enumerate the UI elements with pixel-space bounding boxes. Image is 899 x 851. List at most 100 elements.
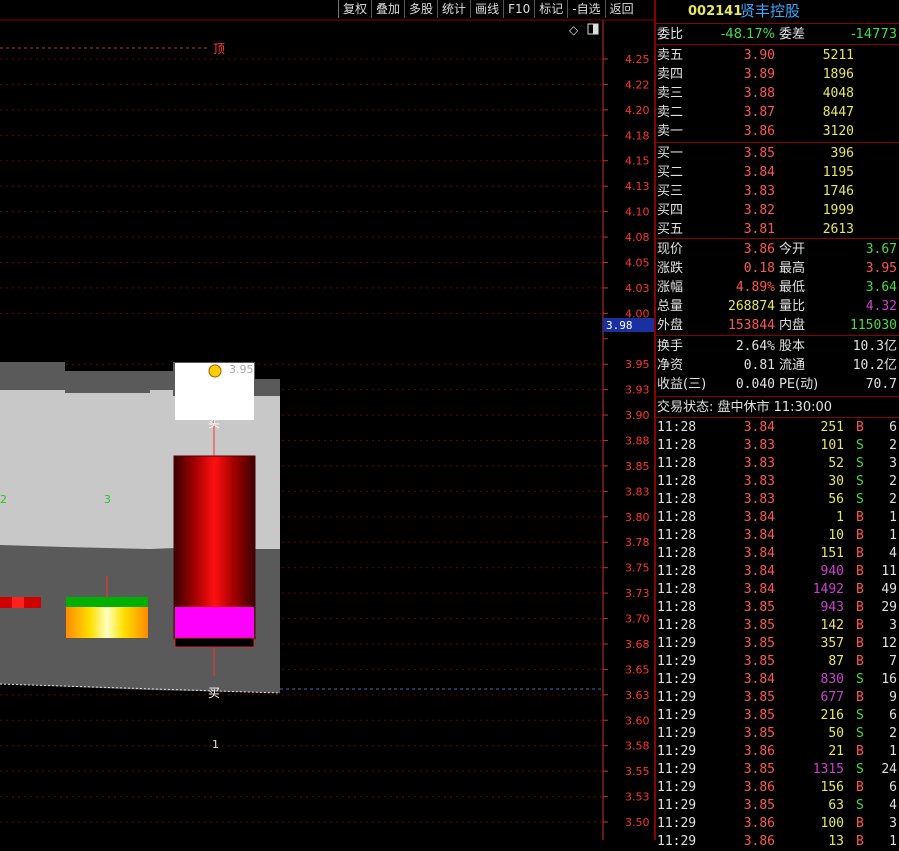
axis-tick-label: 3.73 [625, 587, 650, 600]
tick-row[interactable]: 11:28 3.83 56 S 2 [656, 491, 899, 509]
buy-price: 3.81 [743, 222, 775, 237]
tick-side: B [856, 420, 864, 435]
axis-tick-label: 3.88 [625, 435, 650, 448]
quote-value: 3.64 [865, 280, 897, 295]
axis-tick-label: 3.68 [625, 638, 650, 651]
tick-row[interactable]: 11:29 3.85 677 B 9 [656, 689, 899, 707]
tick-price: 3.84 [743, 528, 775, 543]
toolbar-button[interactable]: F10 [503, 0, 534, 18]
tick-count: 3 [889, 456, 897, 471]
tick-row[interactable]: 11:28 3.84 1492 B 49 [656, 581, 899, 599]
axis-tick-label: 4.05 [625, 256, 650, 269]
num-label-1: 1 [212, 738, 219, 751]
buy-volume: 1999 [822, 203, 854, 218]
quote-label: 最低 [779, 280, 806, 295]
tick-row[interactable]: 11:28 3.83 52 S 3 [656, 455, 899, 473]
tick-count: 6 [889, 708, 897, 723]
sell-volume: 3120 [822, 124, 854, 139]
quote-row: 涨跌 0.18 最高 3.95 [656, 259, 899, 278]
axis-tick-label: 4.13 [625, 180, 650, 193]
tick-price: 3.83 [743, 492, 775, 507]
tick-price: 3.84 [743, 546, 775, 561]
tick-count: 4 [889, 546, 897, 561]
axis-tick-label: 4.03 [625, 282, 650, 295]
toolbar-button[interactable]: 统计 [437, 0, 470, 18]
tick-row[interactable]: 11:28 3.84 251 B 6 [656, 419, 899, 437]
quote-label: 现价 [657, 242, 684, 257]
axis-tick-label: 4.25 [625, 53, 650, 66]
buy-row[interactable]: 买一 3.85 396 [656, 144, 899, 163]
sell-price: 3.90 [743, 48, 775, 63]
tick-row[interactable]: 11:29 3.85 63 S 4 [656, 797, 899, 815]
tick-count: 6 [889, 780, 897, 795]
tick-volume: 251 [820, 420, 844, 435]
quote-value: 3.67 [865, 242, 897, 257]
tick-row[interactable]: 11:28 3.84 1 B 1 [656, 509, 899, 527]
buy-level-label: 买四 [657, 203, 684, 218]
tick-row[interactable]: 11:29 3.84 830 S 16 [656, 671, 899, 689]
tick-row[interactable]: 11:29 3.86 156 B 6 [656, 779, 899, 797]
buy-row[interactable]: 买四 3.82 1999 [656, 201, 899, 220]
tick-row[interactable]: 11:28 3.84 10 B 1 [656, 527, 899, 545]
tick-volume: 1315 [812, 762, 844, 777]
tick-side: S [856, 672, 864, 687]
toolbar-button[interactable]: 叠加 [371, 0, 404, 18]
diamond-icon: ◇ [569, 23, 579, 37]
sell-price: 3.87 [743, 105, 775, 120]
tick-row[interactable]: 11:28 3.85 943 B 29 [656, 599, 899, 617]
tick-price: 3.85 [743, 798, 775, 813]
tick-row[interactable]: 11:29 3.85 50 S 2 [656, 725, 899, 743]
tick-time: 11:28 [657, 456, 697, 471]
quote-label: 涨幅 [657, 280, 684, 295]
sell-row[interactable]: 卖一 3.86 3120 [656, 122, 899, 141]
tick-row[interactable]: 11:28 3.83 30 S 2 [656, 473, 899, 491]
toolbar-button[interactable]: 返回 [604, 0, 638, 18]
quote-row: 涨幅 4.89% 最低 3.64 [656, 278, 899, 297]
tick-row[interactable]: 11:29 3.86 21 B 1 [656, 743, 899, 761]
tick-count: 29 [881, 600, 897, 615]
quote-label: 涨跌 [657, 261, 684, 276]
tick-row[interactable]: 11:29 3.86 100 B 3 [656, 815, 899, 833]
fund-value: 10.2亿 [852, 358, 897, 373]
kline-chart[interactable]: 4.25 4.22 4.20 4.18 4.15 4.13 4.10 4.08 4.05 4.03… [0, 0, 654, 840]
tick-row[interactable]: 11:29 3.85 357 B 12 [656, 635, 899, 653]
buy-row[interactable]: 买五 3.81 2613 [656, 220, 899, 239]
tick-row[interactable]: 11:29 3.85 216 S 6 [656, 707, 899, 725]
sell-row[interactable]: 卖五 3.90 5211 [656, 46, 899, 65]
quote-value: 3.95 [865, 261, 897, 276]
tick-row[interactable]: 11:28 3.85 142 B 3 [656, 617, 899, 635]
toolbar-button[interactable]: 复权 [338, 0, 371, 18]
toolbar-button[interactable]: 标记 [534, 0, 567, 18]
tick-row[interactable]: 11:28 3.84 940 B 11 [656, 563, 899, 581]
sell-row[interactable]: 卖二 3.87 8447 [656, 103, 899, 122]
tick-time: 11:29 [657, 834, 697, 849]
sell-row[interactable]: 卖三 3.88 4048 [656, 84, 899, 103]
tick-row[interactable]: 11:29 3.85 1315 S 24 [656, 761, 899, 779]
toolbar-button[interactable]: -自选 [567, 0, 604, 18]
current-price-label: 3.98 [606, 319, 633, 332]
toolbar-button[interactable]: 画线 [470, 0, 503, 18]
buy-row[interactable]: 买三 3.83 1746 [656, 182, 899, 201]
axis-tick-label: 4.10 [625, 206, 650, 219]
tick-price: 3.84 [743, 510, 775, 525]
tick-volume: 151 [820, 546, 844, 561]
axis-tick-label: 3.63 [625, 689, 650, 702]
tick-volume: 357 [820, 636, 844, 651]
sell-row[interactable]: 卖四 3.89 1896 [656, 65, 899, 84]
tick-time: 11:29 [657, 690, 697, 705]
tick-price: 3.83 [743, 474, 775, 489]
toolbar-button[interactable]: 多股 [404, 0, 437, 18]
tick-row[interactable]: 11:29 3.86 13 B 1 [656, 833, 899, 851]
chart-canvas: 4.25 4.22 4.20 4.18 4.15 4.13 4.10 4.08 4.05 4.03… [0, 19, 654, 840]
tick-count: 12 [881, 636, 897, 651]
tick-row[interactable]: 11:28 3.83 101 S 2 [656, 437, 899, 455]
sell-level-label: 卖四 [657, 67, 684, 82]
buy-row[interactable]: 买二 3.84 1195 [656, 163, 899, 182]
tick-time: 11:28 [657, 510, 697, 525]
tick-count: 2 [889, 726, 897, 741]
tick-row[interactable]: 11:29 3.85 87 B 7 [656, 653, 899, 671]
tick-volume: 216 [820, 708, 844, 723]
fund-value: 70.7 [865, 377, 897, 392]
tick-row[interactable]: 11:28 3.84 151 B 4 [656, 545, 899, 563]
window-icon-fill [593, 24, 598, 34]
